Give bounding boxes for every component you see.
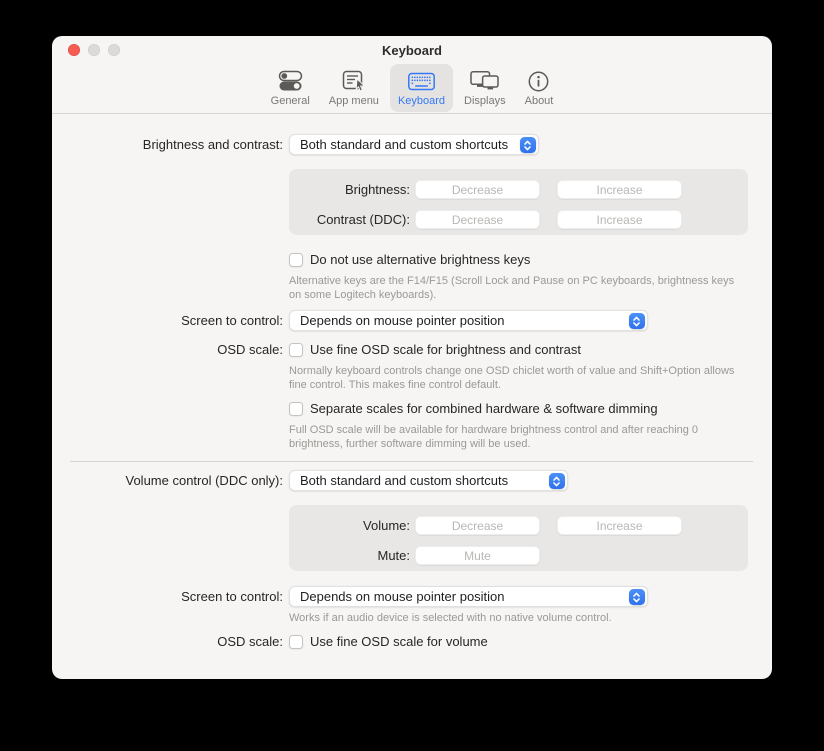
popup-chevrons-icon <box>549 473 565 489</box>
osd-scale-row: OSD scale: Use fine OSD scale for bright… <box>52 342 772 357</box>
tab-label: Displays <box>464 96 506 107</box>
separate-scales-label: Separate scales for combined hardware & … <box>310 401 658 416</box>
volume-fine-osd-checkbox[interactable] <box>289 635 303 649</box>
minimize-button[interactable] <box>88 44 100 56</box>
volume-fine-osd-label: Use fine OSD scale for volume <box>310 634 488 649</box>
popup-chevrons-icon <box>629 589 645 605</box>
brightness-row: Brightness: Decrease Increase <box>289 180 748 199</box>
separate-scales-row: Separate scales for combined hardware & … <box>289 401 772 416</box>
contrast-row: Contrast (DDC): Decrease Increase <box>289 210 748 229</box>
volume-increase-button[interactable]: Increase <box>557 516 682 535</box>
brightness-increase-button[interactable]: Increase <box>557 180 682 199</box>
brightness-shortcut-row: Brightness and contrast: Both standard a… <box>52 134 772 155</box>
close-button[interactable] <box>68 44 80 56</box>
tab-label: General <box>271 96 310 107</box>
popup-chevrons-icon <box>520 137 536 153</box>
keyboard-icon <box>407 68 436 94</box>
volume-screen-help-text: Works if an audio device is selected wit… <box>289 611 745 625</box>
volume-label: Volume: <box>289 518 410 533</box>
alt-keys-help-text: Alternative keys are the F14/F15 (Scroll… <box>289 274 745 302</box>
brightness-decrease-button[interactable]: Decrease <box>415 180 540 199</box>
brightness-shortcuts-groupbox: Brightness: Decrease Increase Contrast (… <box>289 169 748 235</box>
tab-displays[interactable]: Displays <box>456 64 514 112</box>
toolbar: General App menu <box>52 64 772 113</box>
separate-scales-checkbox[interactable] <box>289 402 303 416</box>
popup-value: Depends on mouse pointer position <box>300 589 505 604</box>
osd-scale-label: OSD scale: <box>52 634 283 649</box>
volume-osd-scale-row: OSD scale: Use fine OSD scale for volume <box>52 634 772 649</box>
popup-value: Both standard and custom shortcuts <box>300 473 508 488</box>
screen-to-control-row: Screen to control: Depends on mouse poin… <box>52 310 772 331</box>
info-icon <box>527 68 550 94</box>
brightness-label: Brightness: <box>289 182 410 197</box>
mute-row: Mute: Mute <box>289 546 748 565</box>
contrast-decrease-button[interactable]: Decrease <box>415 210 540 229</box>
tab-label: App menu <box>329 96 379 107</box>
alt-keys-row: Do not use alternative brightness keys <box>289 252 772 267</box>
volume-shortcut-popup[interactable]: Both standard and custom shortcuts <box>289 470 568 491</box>
section-divider <box>70 461 753 462</box>
tab-about[interactable]: About <box>517 64 562 112</box>
tab-keyboard[interactable]: Keyboard <box>390 64 453 112</box>
mute-button[interactable]: Mute <box>415 546 540 565</box>
alt-keys-checkbox[interactable] <box>289 253 303 267</box>
osd-scale-label: OSD scale: <box>52 342 283 357</box>
mute-label: Mute: <box>289 548 410 563</box>
toggles-icon <box>277 68 304 94</box>
volume-screen-to-control-popup[interactable]: Depends on mouse pointer position <box>289 586 648 607</box>
tab-label: Keyboard <box>398 96 445 107</box>
screen-to-control-label: Screen to control: <box>52 589 283 604</box>
displays-icon <box>469 68 500 94</box>
contrast-label: Contrast (DDC): <box>289 212 410 227</box>
volume-shortcut-row: Volume control (DDC only): Both standard… <box>52 470 772 491</box>
fine-osd-label: Use fine OSD scale for brightness and co… <box>310 342 581 357</box>
settings-pane: Brightness and contrast: Both standard a… <box>52 114 772 649</box>
popup-chevrons-icon <box>629 313 645 329</box>
tab-label: About <box>525 96 554 107</box>
popup-value: Both standard and custom shortcuts <box>300 137 508 152</box>
screen-to-control-popup[interactable]: Depends on mouse pointer position <box>289 310 648 331</box>
fine-osd-help-text: Normally keyboard controls change one OS… <box>289 364 745 392</box>
fine-osd-checkbox[interactable] <box>289 343 303 357</box>
separate-scales-help-text: Full OSD scale will be available for har… <box>289 423 745 451</box>
screen-to-control-label: Screen to control: <box>52 313 283 328</box>
preferences-window: Keyboard General <box>52 36 772 679</box>
brightness-contrast-label: Brightness and contrast: <box>52 137 283 152</box>
volume-control-label: Volume control (DDC only): <box>52 473 283 488</box>
volume-screen-to-control-row: Screen to control: Depends on mouse poin… <box>52 586 772 607</box>
contrast-increase-button[interactable]: Increase <box>557 210 682 229</box>
traffic-lights <box>68 44 120 56</box>
volume-row: Volume: Decrease Increase <box>289 516 748 535</box>
alt-keys-label: Do not use alternative brightness keys <box>310 252 530 267</box>
volume-decrease-button[interactable]: Decrease <box>415 516 540 535</box>
menu-cursor-icon <box>341 68 367 94</box>
window-title: Keyboard <box>382 43 442 58</box>
zoom-button[interactable] <box>108 44 120 56</box>
titlebar: Keyboard <box>52 36 772 64</box>
tab-app-menu[interactable]: App menu <box>321 64 387 112</box>
brightness-shortcut-popup[interactable]: Both standard and custom shortcuts <box>289 134 539 155</box>
tab-general[interactable]: General <box>263 64 318 112</box>
popup-value: Depends on mouse pointer position <box>300 313 505 328</box>
volume-shortcuts-groupbox: Volume: Decrease Increase Mute: Mute <box>289 505 748 571</box>
